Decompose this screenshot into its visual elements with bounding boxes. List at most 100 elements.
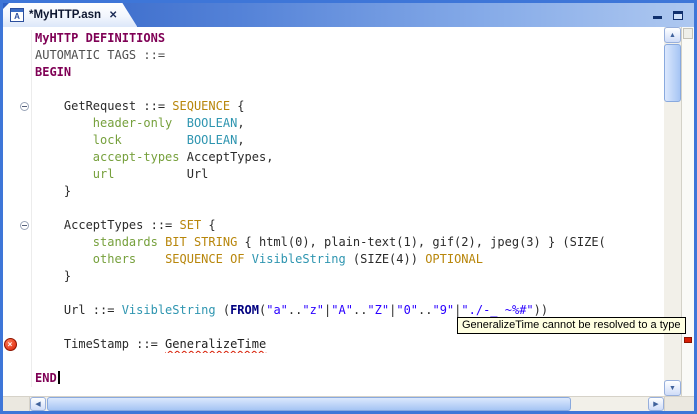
- marker-gutter: [3, 251, 17, 268]
- code-line[interactable]: AUTOMATIC TAGS ::=: [3, 47, 664, 64]
- tab-close-icon[interactable]: ✕: [109, 10, 117, 21]
- overview-ruler-header: [683, 28, 693, 39]
- maximize-icon: [673, 10, 683, 20]
- marker-gutter: [3, 234, 17, 251]
- code-line-text: accept-types AcceptTypes,: [92, 150, 274, 164]
- fold-gutter: [17, 200, 32, 217]
- marker-gutter: [3, 98, 17, 115]
- fold-gutter: [17, 64, 32, 81]
- marker-gutter: [3, 217, 17, 234]
- code-line[interactable]: others SEQUENCE OF VisibleString (SIZE(4…: [3, 251, 664, 268]
- scroll-down-button[interactable]: ▼: [664, 380, 681, 396]
- marker-gutter: [3, 285, 17, 302]
- editor-tab-bar[interactable]: A *MyHTTP.asn ✕: [3, 3, 694, 27]
- fold-gutter: [17, 149, 32, 166]
- fold-gutter: [17, 217, 32, 234]
- code-line[interactable]: GetRequest ::= SEQUENCE {: [3, 98, 664, 115]
- scrollbar-corner-right: [664, 397, 694, 411]
- fold-gutter: [17, 302, 32, 319]
- error-marker-icon[interactable]: ×: [3, 338, 17, 351]
- code-line-text: url Url: [92, 167, 209, 181]
- marker-gutter: [3, 115, 17, 132]
- code-line-text: TimeStamp ::= GeneralizeTime: [35, 337, 267, 351]
- fold-gutter: [17, 319, 32, 336]
- horizontal-scrollbar-track[interactable]: [46, 397, 648, 411]
- fold-gutter: [17, 285, 32, 302]
- horizontal-scrollbar-thumb[interactable]: [47, 397, 571, 411]
- code-line[interactable]: url Url: [3, 166, 664, 183]
- code-line-text: MyHTTP DEFINITIONS: [35, 31, 166, 45]
- fold-collapse-icon[interactable]: [19, 102, 29, 111]
- marker-gutter: ×: [3, 336, 17, 353]
- code-line-text: AUTOMATIC TAGS ::=: [35, 48, 166, 62]
- fold-gutter: [17, 132, 32, 149]
- code-line[interactable]: [3, 353, 664, 370]
- code-line[interactable]: standards BIT STRING { html(0), plain-te…: [3, 234, 664, 251]
- code-line[interactable]: AcceptTypes ::= SET {: [3, 217, 664, 234]
- view-controls: [650, 3, 694, 27]
- scroll-up-icon: ▲: [669, 31, 676, 39]
- marker-gutter: [3, 268, 17, 285]
- minimize-button[interactable]: [650, 8, 664, 22]
- asn-file-icon: A: [10, 8, 24, 22]
- marker-gutter: [3, 64, 17, 81]
- code-line[interactable]: MyHTTP DEFINITIONS: [3, 30, 664, 47]
- code-line-text: AcceptTypes ::= SET {: [35, 218, 216, 232]
- fold-gutter: [17, 268, 32, 285]
- minimize-icon: [652, 11, 662, 19]
- marker-gutter: [3, 370, 17, 387]
- marker-gutter: [3, 132, 17, 149]
- code-line[interactable]: [3, 81, 664, 98]
- code-line[interactable]: accept-types AcceptTypes,: [3, 149, 664, 166]
- fold-gutter: [17, 336, 32, 353]
- editor-window: A *MyHTTP.asn ✕ MyHTTP DEFINITIONS AUTOMA…: [0, 0, 697, 414]
- horizontal-scrollbar[interactable]: ◀ ▶: [3, 396, 694, 411]
- scroll-right-icon: ▶: [653, 401, 659, 408]
- fold-gutter: [17, 115, 32, 132]
- code-line[interactable]: lock BOOLEAN,: [3, 132, 664, 149]
- vertical-scrollbar[interactable]: ▲ ▼: [664, 27, 681, 396]
- code-line[interactable]: header-only BOOLEAN,: [3, 115, 664, 132]
- marker-gutter: [3, 30, 17, 47]
- error-tooltip: GeneralizeTime cannot be resolved to a t…: [457, 317, 686, 334]
- code-line-text: }: [35, 269, 72, 283]
- scroll-up-button[interactable]: ▲: [664, 27, 681, 43]
- marker-gutter: [3, 47, 17, 64]
- code-line-text: END: [32, 370, 664, 387]
- overview-ruler[interactable]: [681, 27, 694, 396]
- fold-gutter: [17, 81, 32, 98]
- fold-gutter: [17, 166, 32, 183]
- fold-gutter: [17, 47, 32, 64]
- code-line[interactable]: [3, 285, 664, 302]
- marker-gutter: [3, 166, 17, 183]
- code-area[interactable]: MyHTTP DEFINITIONSAUTOMATIC TAGS ::=BEGI…: [3, 27, 664, 396]
- vertical-scrollbar-thumb[interactable]: [664, 44, 681, 102]
- code-line-text: }: [35, 184, 72, 198]
- scroll-right-button[interactable]: ▶: [648, 397, 664, 411]
- tab-title: *MyHTTP.asn: [29, 9, 102, 21]
- code-line[interactable]: × TimeStamp ::= GeneralizeTime: [3, 336, 664, 353]
- scroll-left-button[interactable]: ◀: [30, 397, 46, 411]
- code-line-text: header-only BOOLEAN,: [92, 116, 245, 130]
- code-line[interactable]: }: [3, 268, 664, 285]
- code-line-text: others SEQUENCE OF VisibleString (SIZE(4…: [92, 252, 483, 266]
- code-line[interactable]: }: [3, 183, 664, 200]
- overview-error-marker[interactable]: [684, 336, 692, 343]
- fold-collapse-icon[interactable]: [19, 221, 29, 230]
- scrollbar-corner-left: [3, 397, 30, 411]
- code-line[interactable]: [3, 200, 664, 217]
- tab-myhttp[interactable]: A *MyHTTP.asn ✕: [3, 3, 137, 27]
- fold-gutter: [17, 30, 32, 47]
- fold-gutter: [17, 234, 32, 251]
- code-line[interactable]: END: [3, 370, 664, 387]
- marker-gutter: [3, 183, 17, 200]
- marker-gutter: [3, 302, 17, 319]
- editor-main: MyHTTP DEFINITIONSAUTOMATIC TAGS ::=BEGI…: [3, 27, 694, 396]
- code-line[interactable]: BEGIN: [3, 64, 664, 81]
- text-caret: [57, 371, 60, 384]
- fold-gutter: [17, 98, 32, 115]
- scroll-left-icon: ◀: [35, 401, 41, 408]
- code-line-text: GetRequest ::= SEQUENCE {: [35, 99, 245, 113]
- fold-gutter: [17, 183, 32, 200]
- maximize-button[interactable]: [671, 8, 685, 22]
